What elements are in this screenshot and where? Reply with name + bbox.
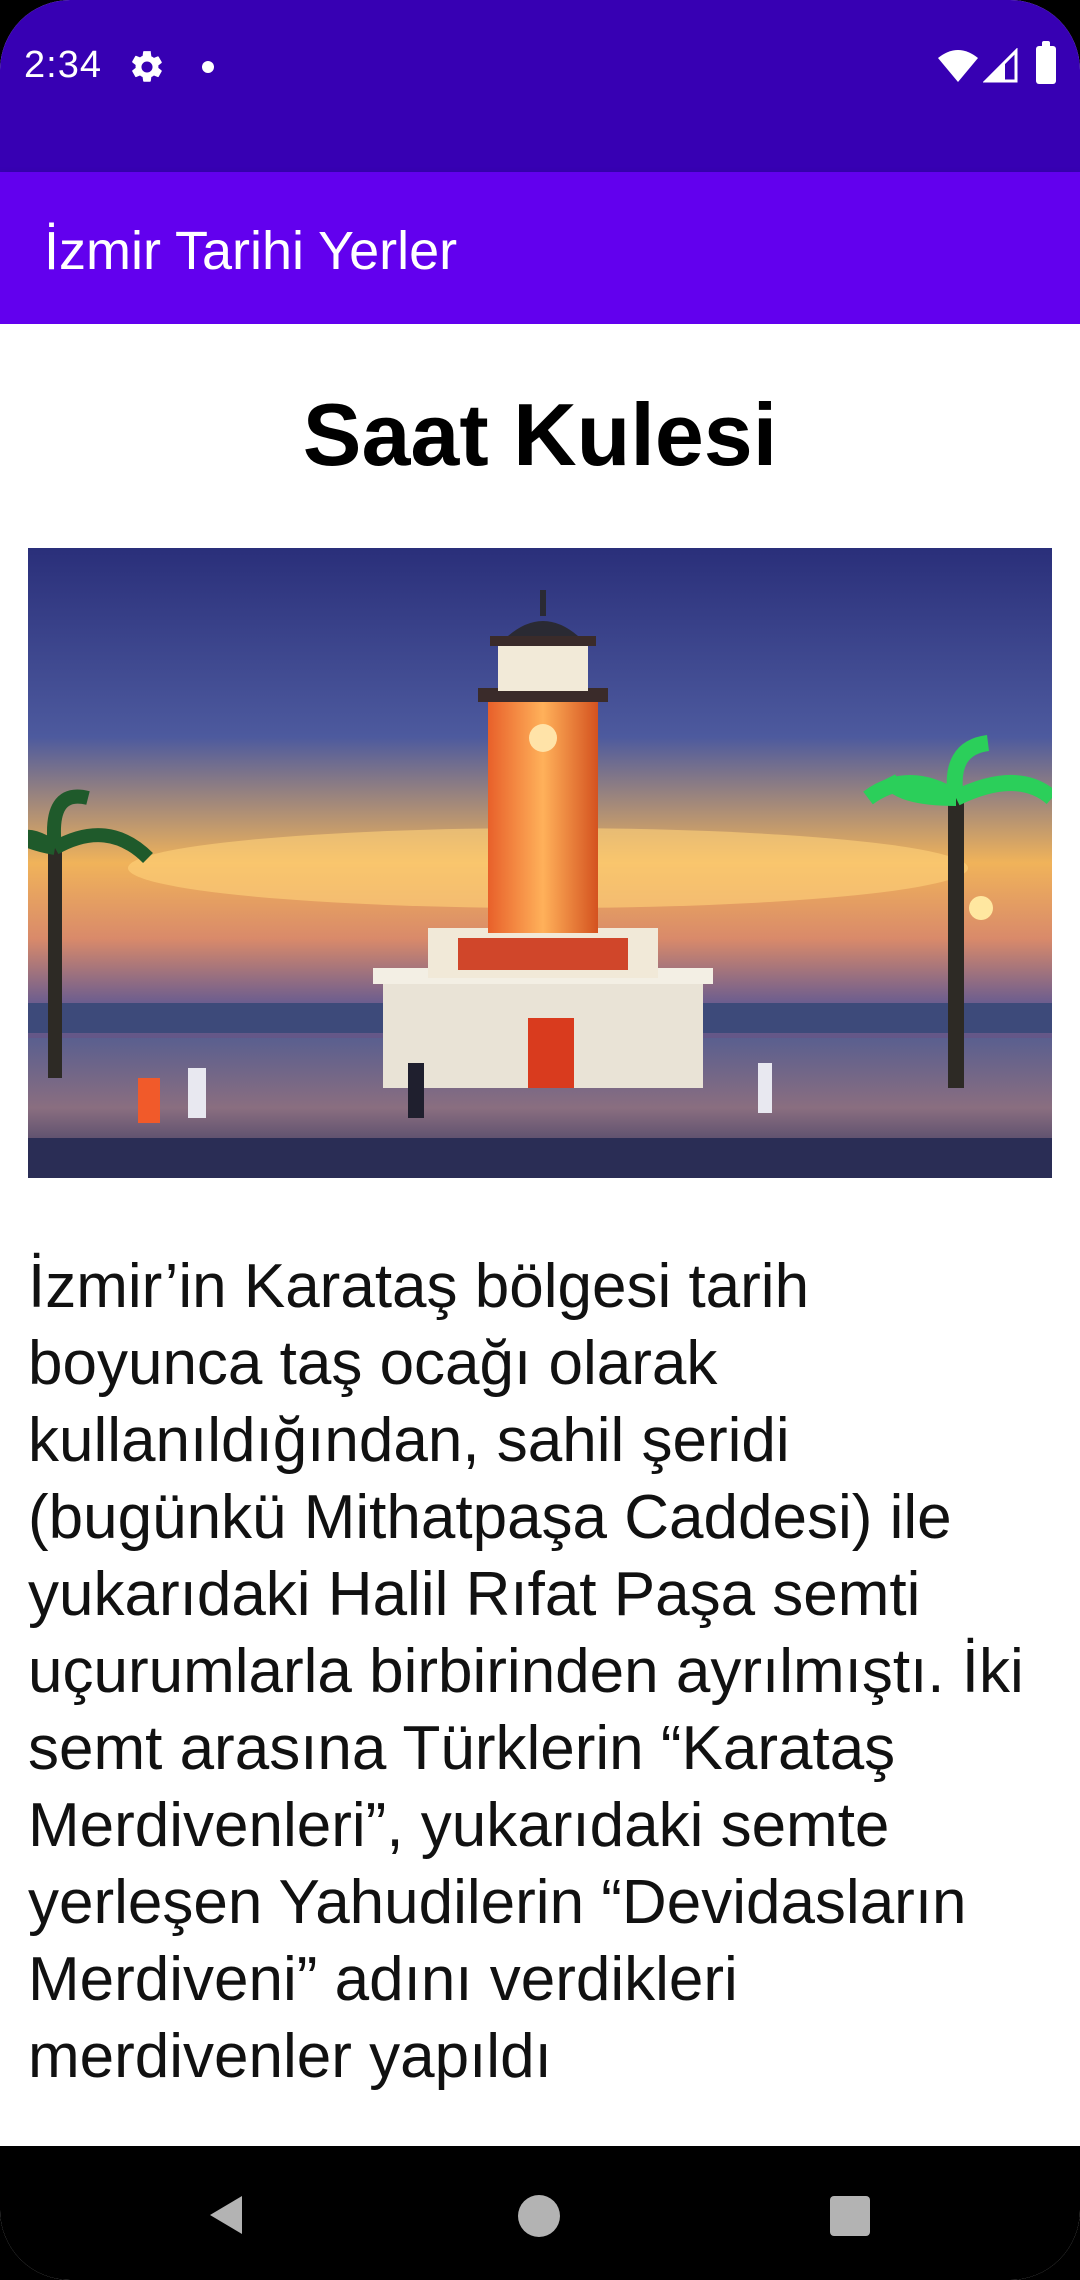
detail-content: Saat Kulesi İzmir’in Karataş bölgesi tar…	[0, 324, 1080, 2146]
home-icon[interactable]	[518, 2195, 560, 2237]
signal-icon	[983, 48, 1018, 83]
place-title: Saat Kulesi	[302, 385, 778, 484]
phone-screen: 2:34 İzmir Tarihi Yerler Saat Kulesi İzm…	[0, 0, 1080, 2280]
back-icon[interactable]	[204, 2192, 250, 2238]
notification-dot-icon	[202, 61, 214, 73]
status-time: 2:34	[24, 44, 102, 86]
navigation-bar	[0, 2146, 1080, 2280]
app-title: İzmir Tarihi Yerler	[44, 221, 458, 281]
recents-icon[interactable]	[830, 2196, 870, 2236]
wifi-icon	[938, 50, 978, 82]
battery-icon	[1036, 41, 1056, 84]
gear-icon	[132, 51, 162, 82]
place-description: İzmir’in Karataş bölgesi tarih boyunca t…	[28, 1252, 1024, 2091]
place-photo	[28, 548, 1052, 1178]
app-bar: İzmir Tarihi Yerler	[0, 172, 1080, 324]
status-bar: 2:34	[0, 0, 1080, 172]
